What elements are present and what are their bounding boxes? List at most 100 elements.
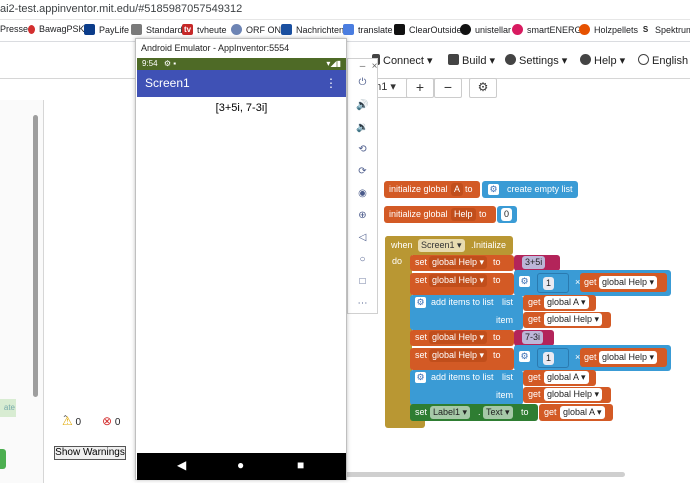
get-a-dropdown-2[interactable]: global A ▾ — [544, 371, 589, 384]
add-items-to-list-block-1[interactable]: ⚙ add items to list list item — [410, 295, 523, 330]
mutator-gear-icon[interactable]: ⚙ — [415, 372, 426, 383]
standard-icon — [131, 24, 142, 35]
get-help-dropdown-1[interactable]: global Help ▾ — [599, 276, 658, 289]
screen1-initialize-event[interactable]: when Screen1 ▾ .Initialize — [385, 236, 513, 255]
number-1-block[interactable]: 1 — [537, 273, 569, 293]
camera-icon[interactable]: ◉ — [348, 188, 377, 199]
bookmark-paylife[interactable]: PayLife — [84, 24, 129, 35]
get-a-dropdown-3[interactable]: global A ▾ — [560, 406, 605, 419]
nav-recents-icon[interactable]: ■ — [297, 458, 304, 472]
bookmark-spektrum[interactable]: S Spektrum — [640, 24, 690, 35]
help-menu[interactable]: Help ▾ — [580, 54, 625, 67]
url-text[interactable]: ai2-test.appinventor.mit.edu/#5185987057… — [0, 3, 242, 15]
home-icon[interactable]: ○ — [348, 254, 377, 265]
address-bar[interactable]: ai2-test.appinventor.mit.edu/#5185987057… — [0, 0, 690, 20]
get-global-a-block-2[interactable]: get global A ▾ — [523, 370, 596, 386]
bookmark-tvheute[interactable]: tv tvheute — [182, 24, 227, 35]
set-label1-text-block[interactable]: set Label1 ▾ . Text ▾ to — [410, 404, 538, 421]
build-menu[interactable]: Build ▾ — [448, 54, 495, 67]
get-global-help-block-4[interactable]: get global Help ▾ — [523, 387, 611, 403]
more-icon[interactable]: ⋯ — [348, 298, 377, 309]
bookmark-unistellar[interactable]: unistellar — [460, 24, 511, 35]
spektrum-icon: S — [640, 24, 651, 35]
project-properties-button[interactable]: ⚙ — [469, 78, 497, 98]
set-help-var-dropdown-2[interactable]: global Help ▾ — [429, 274, 488, 287]
volume-up-icon[interactable]: 🔊 — [348, 100, 377, 111]
add-screen-button[interactable]: + — [406, 78, 434, 98]
mutator-gear-icon[interactable]: ⚙ — [519, 276, 530, 287]
init-global-a-block[interactable]: initialize global A to — [384, 181, 480, 198]
get-help-dropdown-2[interactable]: global Help ▾ — [544, 313, 603, 326]
text-3-5i-block[interactable]: 3+5i — [514, 255, 560, 271]
mutator-gear-icon[interactable]: ⚙ — [519, 351, 530, 362]
volume-down-icon[interactable]: 🔉 — [348, 122, 377, 133]
bookmark-smartenergy[interactable]: smartENERGY — [512, 24, 588, 35]
multiply-block-1[interactable]: ⚙ 1 × get global Help ▾ — [514, 270, 671, 296]
get-global-a-block-3[interactable]: get global A ▾ — [539, 404, 613, 421]
mutator-gear-icon[interactable]: ⚙ — [488, 184, 499, 195]
help-icon — [580, 54, 591, 65]
get-global-help-block-1[interactable]: get global Help ▾ — [580, 273, 667, 292]
global-help-name[interactable]: Help — [451, 208, 476, 221]
set-help-3-5i-block[interactable]: set global Help ▾ to — [410, 255, 514, 271]
create-empty-list-block[interactable]: ⚙ create empty list — [482, 181, 578, 198]
text-3-5i-value[interactable]: 3+5i — [522, 256, 546, 269]
text-property-dropdown[interactable]: Text ▾ — [483, 406, 513, 419]
back-icon[interactable]: ◁ — [348, 232, 377, 243]
bookmark-nachrichten[interactable]: Nachrichten — [281, 24, 344, 35]
zero-value[interactable]: 0 — [501, 208, 513, 221]
error-counter[interactable]: ⊗ 0 — [102, 414, 120, 428]
get-global-help-block-3[interactable]: get global Help ▾ — [580, 348, 667, 367]
label1-dropdown[interactable]: Label1 ▾ — [430, 406, 471, 419]
get-help-dropdown-3[interactable]: global Help ▾ — [599, 351, 658, 364]
power-icon[interactable]: ⏻ — [348, 77, 377, 88]
emulator-title-bar[interactable]: Android Emulator - AppInventor:5554 — [136, 39, 346, 57]
bookmark-orf-on[interactable]: ORF ON — [231, 24, 281, 35]
set-help-var-dropdown-1[interactable]: global Help ▾ — [429, 256, 488, 269]
close-icon[interactable]: × — [360, 61, 389, 72]
text-7-3i-value[interactable]: 7-3i — [522, 331, 544, 344]
overview-icon[interactable]: □ — [348, 276, 377, 287]
bookmark-holzpellets[interactable]: Holzpellets — [579, 24, 638, 35]
global-a-name[interactable]: A — [451, 183, 464, 196]
green-button[interactable] — [0, 449, 6, 469]
number-1-value[interactable]: 1 — [543, 277, 555, 290]
bookmark-standard[interactable]: Standard — [131, 24, 183, 35]
set-help-7-3i-block[interactable]: set global Help ▾ to — [410, 330, 514, 346]
ghost-button[interactable]: ate — [0, 399, 16, 417]
language-menu[interactable]: English ▾ — [638, 54, 690, 67]
multiply-block-2[interactable]: ⚙ 1 × get global Help ▾ — [514, 345, 671, 371]
android-emulator-window: Android Emulator - AppInventor:5554 9:54… — [135, 38, 347, 480]
set-help-var-dropdown-3[interactable]: global Help ▾ — [429, 331, 488, 344]
number-1-block-2[interactable]: 1 — [537, 348, 569, 368]
set-help-multiply-block-1[interactable]: set global Help ▾ to — [410, 273, 514, 295]
screen1-dropdown[interactable]: Screen1 ▾ — [418, 239, 465, 252]
sim-status-icon: ▪ — [173, 59, 177, 68]
show-warnings-button[interactable]: Show Warnings — [54, 446, 126, 460]
zero-number-block[interactable]: 0 — [497, 206, 517, 223]
nav-home-icon[interactable]: ● — [237, 458, 244, 472]
bookmark-bawagpsk[interactable]: BawagPSK — [28, 24, 85, 34]
number-1-value-2[interactable]: 1 — [543, 352, 555, 365]
init-global-help-block[interactable]: initialize global Help to — [384, 206, 496, 223]
rotate-right-icon[interactable]: ⟳ — [348, 166, 377, 177]
rotate-left-icon[interactable]: ⟲ — [348, 144, 377, 155]
text-7-3i-block[interactable]: 7-3i — [514, 330, 554, 346]
remove-screen-button[interactable]: − — [434, 78, 462, 98]
settings-menu[interactable]: Settings ▾ — [505, 54, 567, 67]
get-help-dropdown-4[interactable]: global Help ▾ — [544, 388, 603, 401]
palette-scrollbar[interactable] — [33, 115, 38, 397]
set-help-var-dropdown-4[interactable]: global Help ▾ — [429, 349, 488, 362]
bookmark-presse[interactable]: Presse — [0, 24, 28, 34]
mutator-gear-icon[interactable]: ⚙ — [415, 297, 426, 308]
nav-back-icon[interactable]: ◀ — [177, 458, 186, 472]
get-global-a-block-1[interactable]: get global A ▾ — [523, 295, 596, 311]
set-help-multiply-block-2[interactable]: set global Help ▾ to — [410, 348, 514, 370]
get-a-dropdown-1[interactable]: global A ▾ — [544, 296, 589, 309]
add-items-to-list-block-2[interactable]: ⚙ add items to list list item — [410, 370, 523, 405]
zoom-icon[interactable]: ⊕ — [348, 210, 377, 221]
bookmark-translate[interactable]: translate — [343, 24, 393, 35]
overflow-menu-icon[interactable]: ⋮ — [325, 70, 337, 97]
get-global-help-block-2[interactable]: get global Help ▾ — [523, 312, 611, 328]
bookmark-clearoutside[interactable]: ClearOutside — [394, 24, 462, 35]
